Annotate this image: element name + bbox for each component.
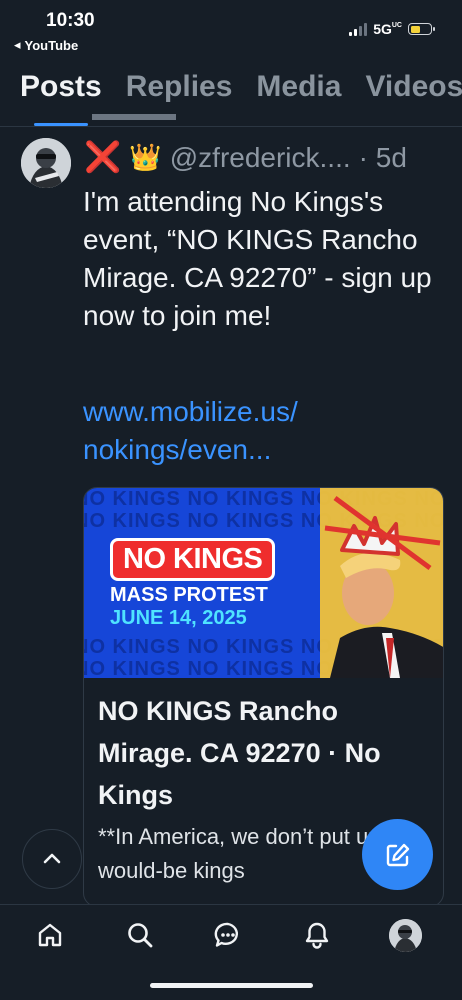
tab-posts[interactable]: Posts [20, 70, 102, 104]
status-indicators: 5GUC [349, 21, 435, 37]
tab-media[interactable]: Media [256, 70, 341, 104]
tab-replies[interactable]: Replies [126, 70, 233, 104]
crown-icon: 👑 [129, 142, 162, 172]
chat-icon [214, 922, 238, 947]
red-x-icon: ❌ [84, 141, 122, 174]
signal-icon [349, 22, 368, 36]
network-type: 5GUC [373, 21, 402, 37]
post-header: ❌ 👑 @zfrederick.... · 5d [84, 140, 407, 175]
profile-tabs: Posts Replies Media Videos [20, 70, 462, 104]
banner-badge: NO KINGS [110, 538, 276, 581]
status-time: 10:30 [46, 10, 95, 31]
banner-line-1: MASS PROTEST [110, 584, 268, 606]
nav-home[interactable] [33, 918, 67, 952]
card-title: NO KINGS Rancho Mirage. CA 92270 · No Ki… [98, 696, 381, 810]
home-indicator [150, 983, 313, 988]
chevron-up-icon [43, 853, 61, 864]
battery-icon [408, 23, 435, 35]
post-text: I'm attending No Kings's event, “NO KING… [83, 186, 432, 331]
portrait-image [320, 488, 443, 678]
author-handle[interactable]: @zfrederick.... [170, 142, 351, 174]
back-app-label: YouTube [24, 37, 79, 53]
home-icon [38, 923, 62, 947]
tabs-divider [0, 126, 462, 127]
nav-chat[interactable] [211, 918, 245, 952]
nav-profile-avatar[interactable] [389, 919, 422, 952]
compose-icon [386, 843, 409, 866]
post-link[interactable]: www.mobilize.us/ nokings/even... [83, 393, 298, 469]
banner-line-2: JUNE 14, 2025 [110, 607, 247, 629]
author-avatar[interactable] [21, 138, 71, 188]
scroll-to-top-button[interactable] [22, 829, 82, 889]
back-to-app[interactable]: ◂ YouTube [14, 37, 78, 53]
search-icon [128, 923, 153, 948]
previous-post-cutoff: ▬▬▬▬ [92, 114, 176, 124]
post-age: · 5d [358, 141, 407, 173]
nav-notifications[interactable] [300, 918, 334, 952]
nav-divider [0, 904, 462, 905]
tab-videos[interactable]: Videos [365, 70, 462, 104]
compose-button[interactable] [362, 819, 433, 890]
nav-search[interactable] [123, 918, 157, 952]
bell-icon [305, 922, 329, 949]
back-triangle-icon: ◂ [14, 37, 21, 52]
card-banner-image: NO KINGS NO KINGS NO KINGS NO KINGS NO K… [84, 488, 443, 678]
